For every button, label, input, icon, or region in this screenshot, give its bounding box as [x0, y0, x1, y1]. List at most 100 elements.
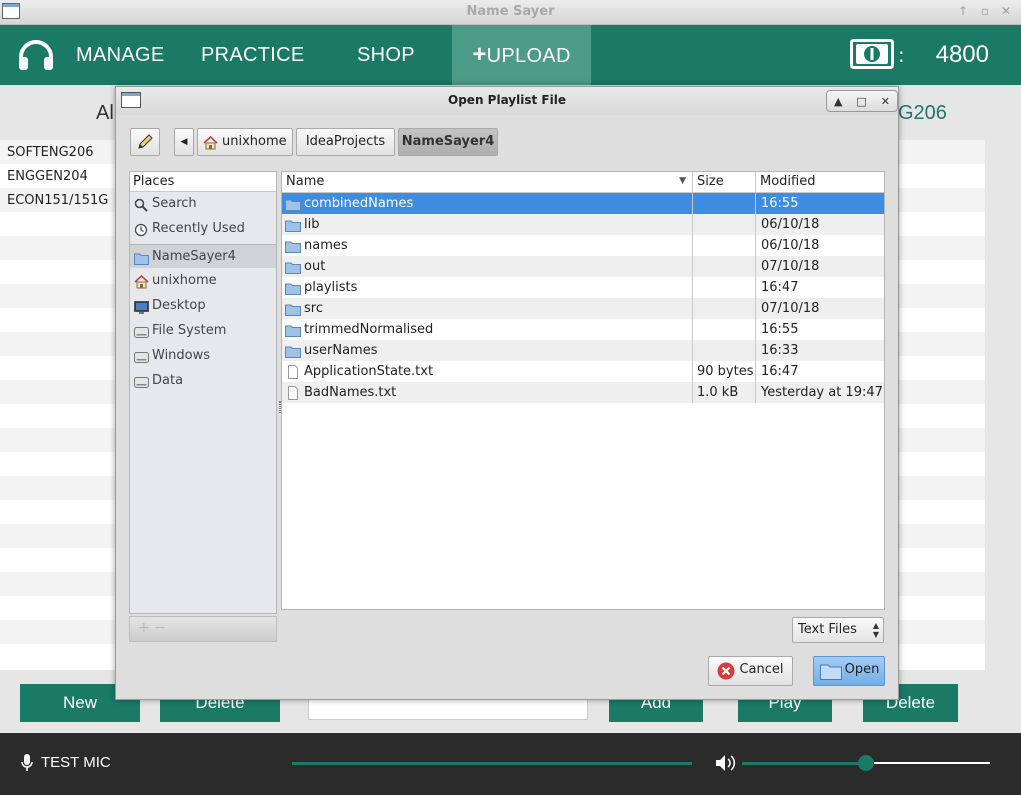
file-name: trimmedNormalised [304, 322, 434, 337]
file-modified: 07/10/18 [761, 301, 820, 316]
folder-icon [285, 302, 301, 316]
file-size: 1.0 kB [697, 385, 739, 400]
nav-practice[interactable]: PRACTICE [201, 25, 305, 85]
close-icon[interactable]: ✕ [998, 4, 1014, 18]
table-row[interactable]: src 07/10/18 [282, 298, 884, 319]
text-file-icon [285, 386, 301, 400]
places-add-remove-buttons[interactable]: + − [129, 616, 277, 642]
table-row[interactable]: ApplicationState.txt 90 bytes 16:47 [282, 361, 884, 382]
table-row[interactable]: trimmedNormalised 16:55 [282, 319, 884, 340]
file-name: lib [304, 217, 320, 232]
place-file-system[interactable]: File System [130, 319, 276, 343]
maximize-up-icon[interactable]: ↑ [955, 4, 971, 18]
file-modified: 16:33 [761, 343, 799, 358]
column-header-modified[interactable]: Modified [756, 172, 884, 192]
folder-icon [285, 281, 301, 295]
headphones-icon [16, 37, 56, 73]
plus-icon: + [472, 41, 487, 68]
file-modified: 07/10/18 [761, 259, 820, 274]
place-unixhome[interactable]: unixhome [130, 269, 276, 293]
file-size: 90 bytes [697, 364, 754, 379]
folder-open-icon [820, 663, 842, 690]
cancel-button[interactable]: Cancel [708, 656, 793, 686]
file-type-filter-select[interactable]: Text Files ▲ ▼ [792, 617, 884, 643]
file-modified: 06/10/18 [761, 238, 820, 253]
chevron-left-icon: ◀ [180, 137, 188, 147]
nav-shop[interactable]: SHOP [357, 25, 415, 85]
course-list: SOFTENG206 ENGGEN204 ECON151/151G [0, 140, 116, 670]
column-header-size[interactable]: Size [693, 172, 756, 192]
breadcrumb-back-button[interactable]: ◀ [174, 128, 194, 156]
volume-slider-handle[interactable] [858, 755, 874, 771]
place-data[interactable]: Data [130, 369, 276, 393]
top-nav: MANAGE PRACTICE SHOP +UPLOAD : 4800 [0, 25, 1021, 85]
list-item[interactable]: SOFTENG206 [0, 141, 116, 165]
file-modified: 16:47 [761, 364, 799, 379]
text-file-icon [285, 365, 301, 379]
breadcrumb-unixhome[interactable]: unixhome [197, 128, 293, 156]
maximize-icon[interactable]: ▲ [834, 95, 842, 108]
place-windows[interactable]: Windows [130, 344, 276, 368]
search-icon [134, 197, 148, 212]
folder-icon [285, 218, 301, 232]
table-row[interactable]: out 07/10/18 [282, 256, 884, 277]
home-icon [203, 134, 218, 160]
place-desktop[interactable]: Desktop [130, 294, 276, 318]
place-recently-used[interactable]: Recently Used [130, 217, 276, 241]
window-title: Name Sayer [466, 4, 555, 19]
table-row[interactable]: combinedNames 16:55 [282, 193, 884, 214]
nav-upload[interactable]: +UPLOAD [452, 25, 591, 85]
right-list [898, 140, 985, 670]
volume-slider-fill [742, 762, 866, 765]
drive-icon [134, 374, 149, 388]
table-row[interactable]: playlists 16:47 [282, 277, 884, 298]
section-heading-left: Al [96, 102, 114, 124]
restore-icon[interactable]: □ [856, 95, 866, 108]
column-label: Name [286, 174, 325, 189]
test-mic-button[interactable]: TEST MIC [41, 754, 111, 771]
table-row[interactable]: names 06/10/18 [282, 235, 884, 256]
table-row[interactable]: BadNames.txt 1.0 kB Yesterday at 19:47 [282, 382, 884, 403]
cancel-icon [717, 662, 735, 690]
folder-icon [285, 323, 301, 337]
list-item[interactable]: ECON151/151G [0, 189, 116, 213]
window-titlebar: Name Sayer ↑ ▫ ✕ [0, 0, 1021, 25]
spinner-arrows-icon: ▲ ▼ [872, 621, 879, 639]
place-label: Search [152, 196, 197, 211]
restore-icon[interactable]: ▫ [977, 4, 993, 18]
open-button[interactable]: Open [813, 656, 885, 686]
edit-location-button[interactable] [130, 128, 160, 156]
sort-descending-icon: ▼ [679, 176, 686, 186]
folder-icon [285, 260, 301, 274]
file-modified: 16:47 [761, 280, 799, 295]
column-header-name[interactable]: Name ▼ [282, 172, 693, 192]
drive-icon [134, 324, 149, 338]
coin-balance: 4800 [935, 41, 989, 68]
dialog-title: Open Playlist File [448, 93, 566, 107]
section-heading-right: G206 [898, 102, 947, 124]
file-modified: 06/10/18 [761, 217, 820, 232]
breadcrumb-ideaprojects[interactable]: IdeaProjects [296, 128, 395, 156]
file-name: out [304, 259, 326, 274]
breadcrumb-namesayer4[interactable]: NameSayer4 [398, 128, 498, 156]
dialog-window-controls: ▲ □ ✕ [826, 90, 898, 112]
drive-icon [134, 349, 149, 363]
money-icon [850, 39, 894, 69]
file-name: names [304, 238, 348, 253]
file-modified: 16:55 [761, 322, 799, 337]
place-label: NameSayer4 [152, 249, 236, 264]
coin-separator: : [898, 43, 905, 67]
nav-manage[interactable]: MANAGE [76, 25, 164, 85]
table-row[interactable]: lib 06/10/18 [282, 214, 884, 235]
place-search[interactable]: Search [130, 192, 276, 216]
place-namesayer4[interactable]: NameSayer4 [130, 244, 276, 268]
file-name: combinedNames [304, 196, 414, 211]
file-name: playlists [304, 280, 358, 295]
list-item[interactable]: ENGGEN204 [0, 165, 116, 189]
folder-icon [285, 344, 301, 358]
file-name: src [304, 301, 323, 316]
breadcrumb-label: unixhome [222, 134, 287, 149]
volume-icon [715, 754, 737, 772]
close-icon[interactable]: ✕ [881, 95, 890, 108]
table-row[interactable]: userNames 16:33 [282, 340, 884, 361]
